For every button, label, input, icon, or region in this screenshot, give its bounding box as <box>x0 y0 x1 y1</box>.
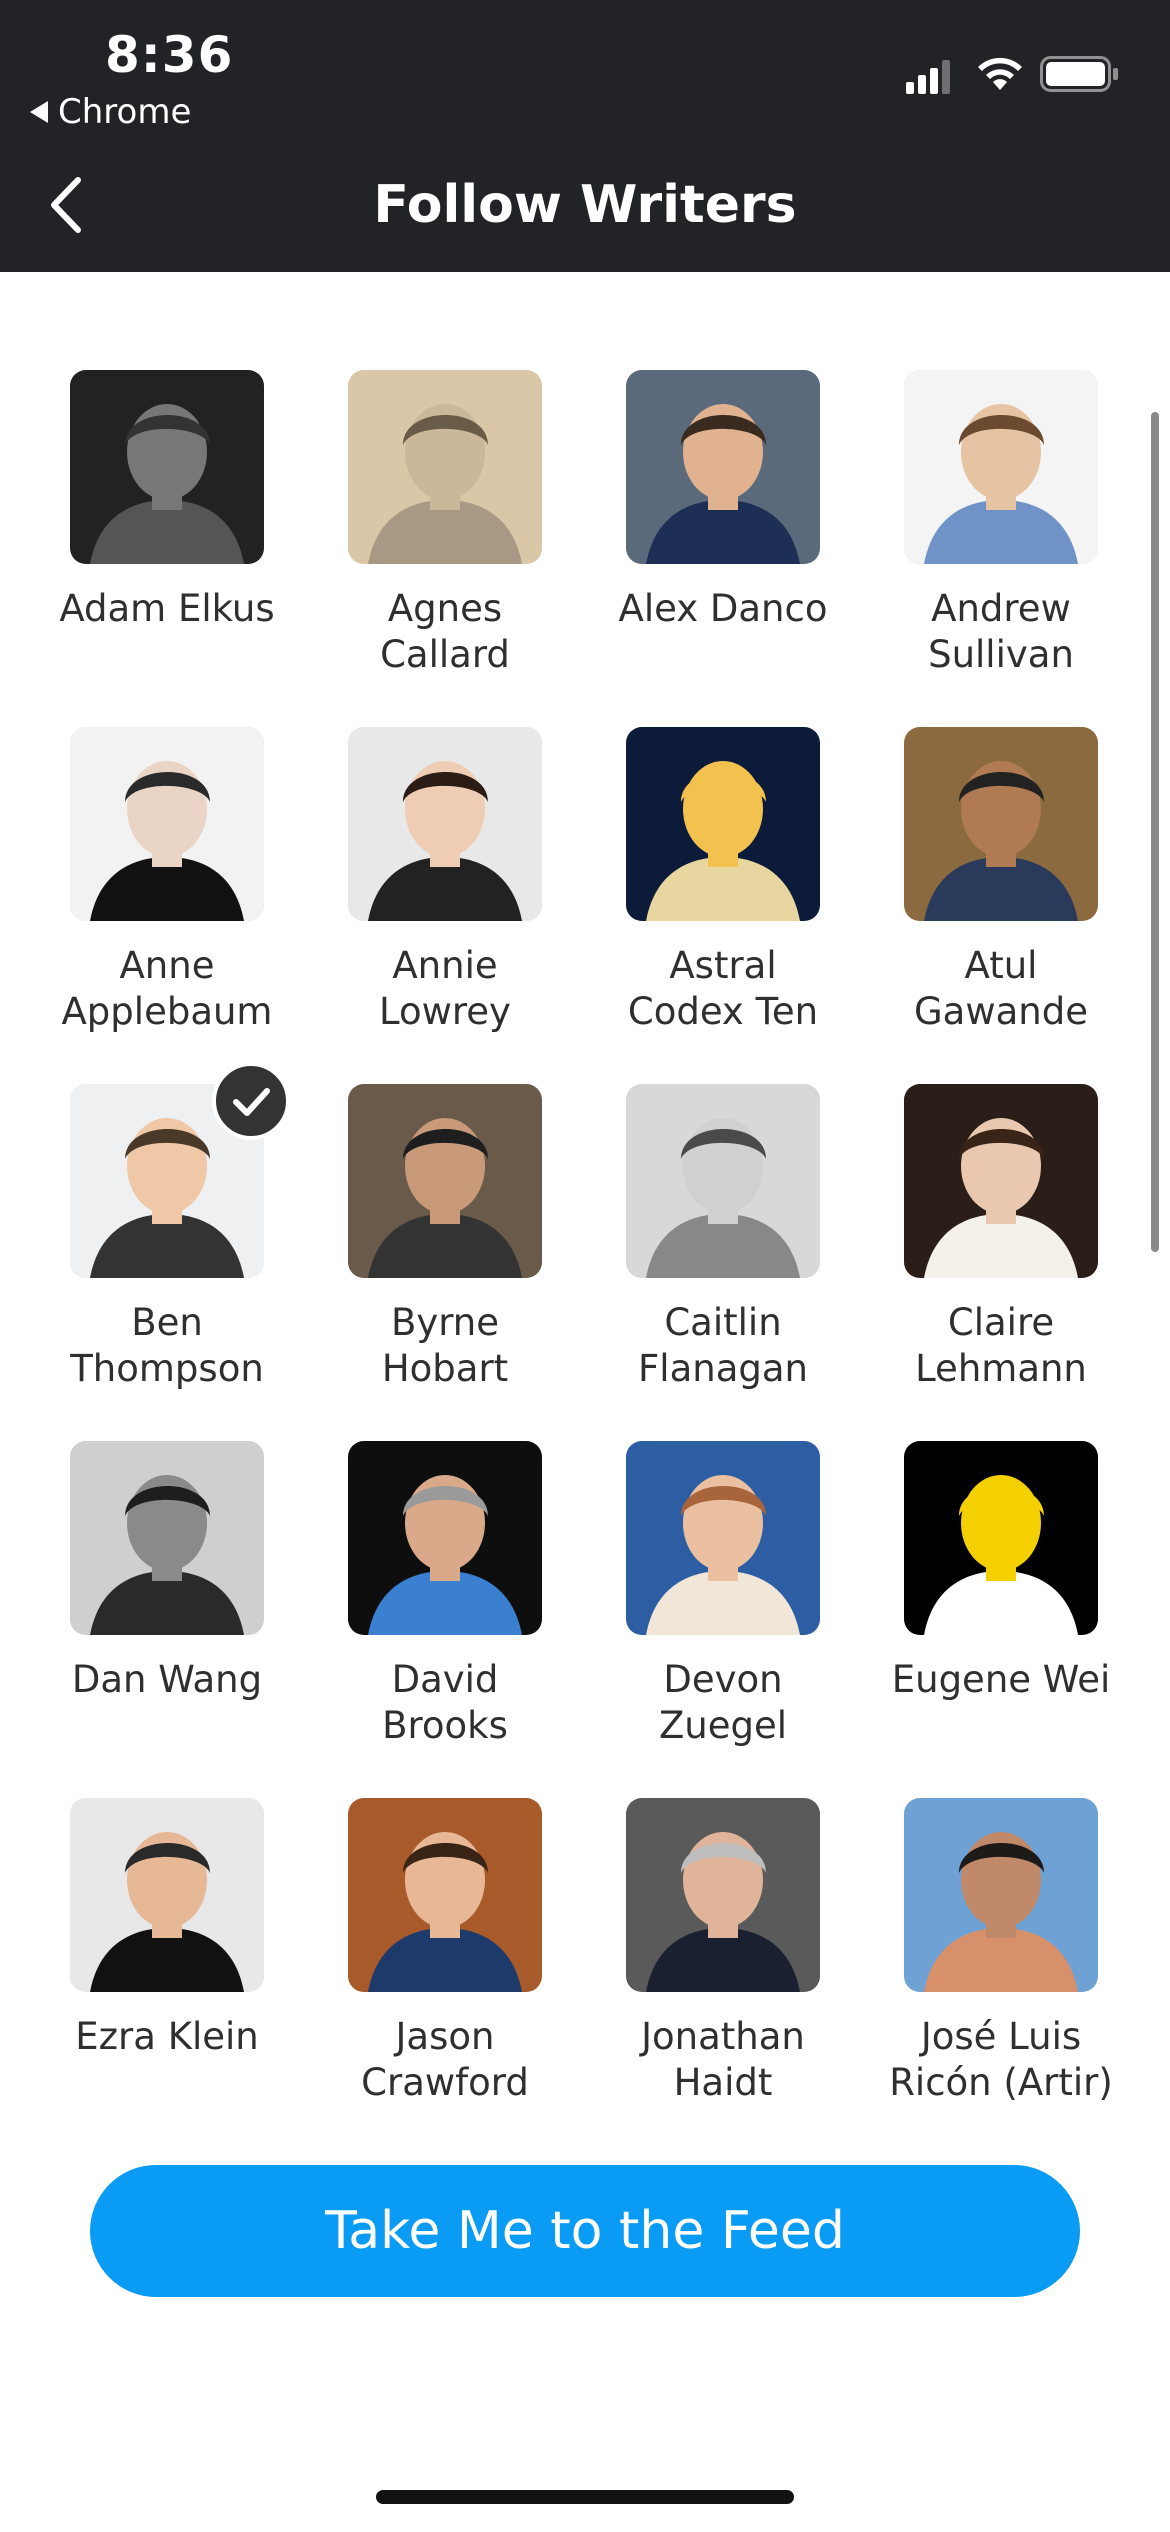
home-indicator[interactable] <box>376 2490 794 2504</box>
writer-avatar <box>904 727 1098 921</box>
writer-name: Jason Crawford <box>361 2015 529 2104</box>
scrollbar[interactable] <box>1151 412 1159 1252</box>
writer-name: Anne Applebaum <box>61 944 273 1033</box>
writer-tile[interactable]: Jonathan Haidt <box>584 1798 862 2106</box>
writer-name: David Brooks <box>382 1658 508 1747</box>
writer-avatar <box>70 1798 264 1992</box>
writer-avatar <box>904 1441 1098 1635</box>
portrait-image <box>348 1441 542 1635</box>
writer-tile[interactable]: Byrne Hobart <box>306 1084 584 1392</box>
writer-name: Devon Zuegel <box>658 1658 788 1747</box>
writer-name: Eugene Wei <box>891 1658 1111 1701</box>
signal-icon <box>906 60 950 94</box>
portrait-image <box>904 1084 1098 1278</box>
portrait-image <box>70 1798 264 1992</box>
portrait-image <box>348 1798 542 1992</box>
writer-tile[interactable]: Alex Danco <box>584 370 862 632</box>
writer-tile[interactable]: Claire Lehmann <box>862 1084 1140 1392</box>
writer-tile[interactable]: Agnes Callard <box>306 370 584 678</box>
portrait-image <box>904 727 1098 921</box>
writer-name: Alex Danco <box>618 587 828 630</box>
battery-icon <box>1040 56 1118 92</box>
checkmark-icon <box>212 1062 290 1140</box>
writer-name: Dan Wang <box>71 1658 263 1701</box>
writer-name: Jonathan Haidt <box>641 2015 805 2104</box>
writer-name: Claire Lehmann <box>915 1301 1087 1390</box>
wifi-icon <box>978 57 1022 90</box>
take-me-to-feed-button[interactable]: Take Me to the Feed <box>90 2165 1080 2297</box>
portrait-image <box>348 727 542 921</box>
writer-name: Atul Gawande <box>914 944 1088 1033</box>
status-time: 8:36 <box>105 26 234 84</box>
writer-tile[interactable]: Jason Crawford <box>306 1798 584 2106</box>
writer-tile[interactable]: Ben Thompson <box>28 1062 306 1392</box>
writer-avatar <box>348 1441 542 1635</box>
writer-name: Andrew Sullivan <box>928 587 1074 676</box>
writer-avatar <box>626 1441 820 1635</box>
writer-name: Ezra Klein <box>75 2015 259 2058</box>
portrait-image <box>70 1441 264 1635</box>
writer-avatar <box>626 1084 820 1278</box>
portrait-image <box>626 1084 820 1278</box>
writer-avatar <box>904 1084 1098 1278</box>
writer-name: Astral Codex Ten <box>627 944 819 1033</box>
portrait-image <box>626 727 820 921</box>
portrait-image <box>626 370 820 564</box>
writer-name: Agnes Callard <box>380 587 510 676</box>
portrait-image <box>904 370 1098 564</box>
writer-name: Byrne Hobart <box>381 1301 509 1390</box>
writer-avatar <box>70 727 264 921</box>
portrait-image <box>626 1798 820 1992</box>
writer-name: Caitlin Flanagan <box>638 1301 808 1390</box>
portrait-image <box>70 370 264 564</box>
back-triangle-icon <box>30 101 48 123</box>
writer-tile[interactable]: Andrew Sullivan <box>862 370 1140 678</box>
portrait-image <box>626 1441 820 1635</box>
writer-avatar <box>70 1441 264 1635</box>
writer-avatar <box>348 370 542 564</box>
writer-tile[interactable]: Caitlin Flanagan <box>584 1084 862 1392</box>
writer-tile[interactable]: Adam Elkus <box>28 370 306 632</box>
writer-name: José Luis Ricón (Artir) <box>889 2015 1113 2104</box>
writer-avatar <box>348 727 542 921</box>
back-app-label: Chrome <box>58 92 192 132</box>
writer-name: Ben Thompson <box>70 1301 264 1390</box>
page-title: Follow Writers <box>373 175 797 235</box>
writer-avatar <box>904 370 1098 564</box>
writer-avatar <box>626 727 820 921</box>
writer-tile[interactable]: Annie Lowrey <box>306 727 584 1035</box>
writer-tile[interactable]: Eugene Wei <box>862 1441 1140 1703</box>
writer-tile[interactable]: Ezra Klein <box>28 1798 306 2060</box>
writer-tile[interactable]: Atul Gawande <box>862 727 1140 1035</box>
writer-avatar <box>626 370 820 564</box>
writer-avatar <box>904 1798 1098 1992</box>
writer-tile[interactable]: Dan Wang <box>28 1441 306 1703</box>
writer-name: Annie Lowrey <box>379 944 511 1033</box>
portrait-image <box>904 1798 1098 1992</box>
writer-avatar <box>348 1798 542 1992</box>
writer-tile[interactable]: Devon Zuegel <box>584 1441 862 1749</box>
writer-avatar <box>70 370 264 564</box>
writer-tile[interactable]: Anne Applebaum <box>28 727 306 1035</box>
back-to-app-link[interactable]: Chrome <box>30 92 191 132</box>
portrait-image <box>904 1441 1098 1635</box>
app-header: 8:36 Chrome Follow Writers <box>0 0 1170 272</box>
portrait-image <box>348 370 542 564</box>
writer-tile[interactable]: José Luis Ricón (Artir) <box>862 1798 1140 2106</box>
portrait-image <box>348 1084 542 1278</box>
writer-tile[interactable]: Astral Codex Ten <box>584 727 862 1035</box>
writer-avatar <box>348 1084 542 1278</box>
writer-avatar <box>626 1798 820 1992</box>
writer-name: Adam Elkus <box>59 587 275 630</box>
writer-tile[interactable]: David Brooks <box>306 1441 584 1749</box>
portrait-image <box>70 727 264 921</box>
